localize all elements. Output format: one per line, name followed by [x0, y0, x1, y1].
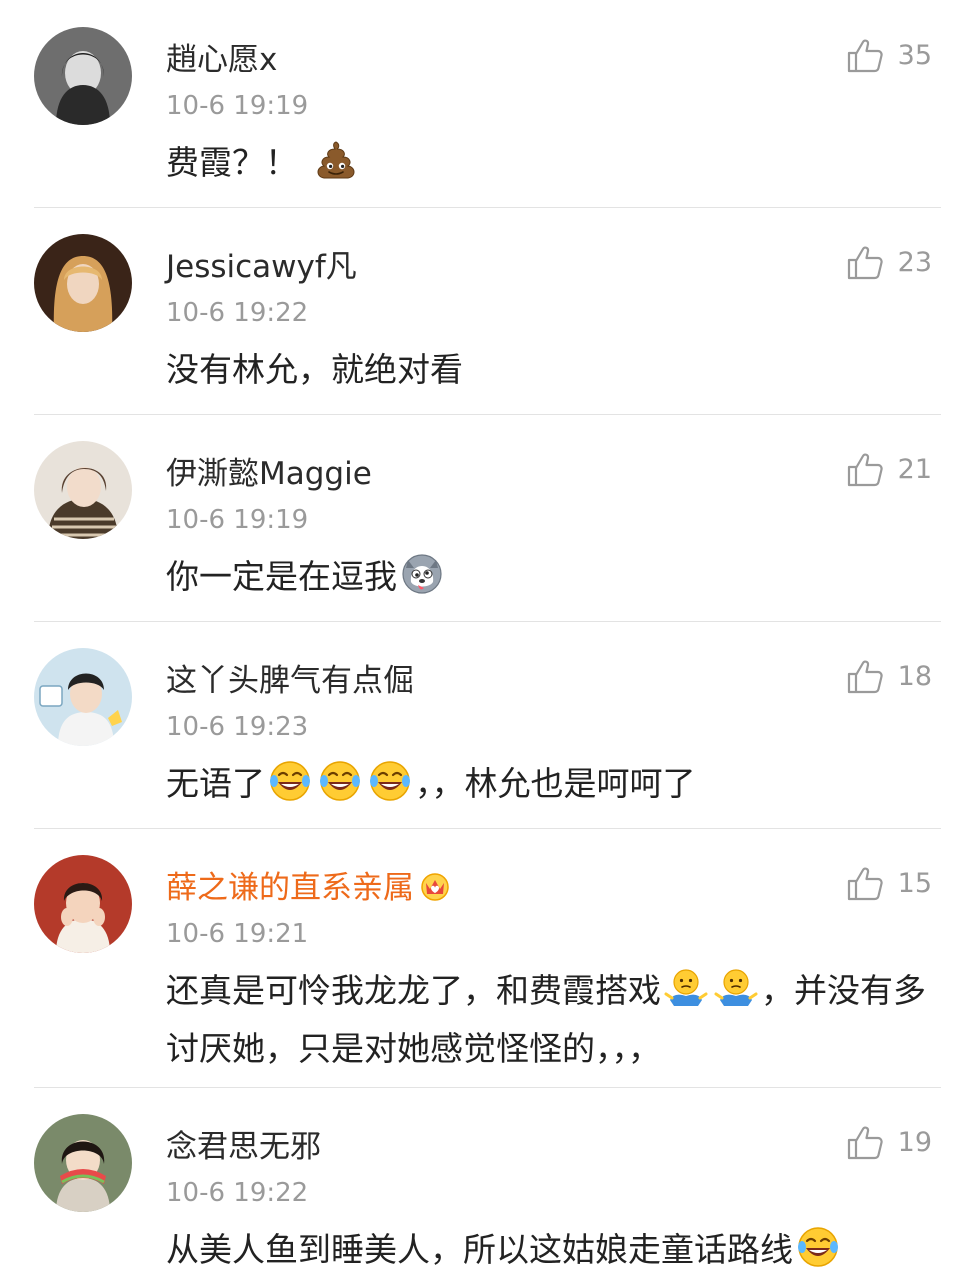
- laugh-cry-emoji: [368, 759, 412, 803]
- divider: [34, 828, 941, 829]
- thumbs-up-icon: [846, 38, 884, 74]
- avatar[interactable]: [34, 855, 132, 953]
- thumbs-up-icon: [846, 452, 884, 488]
- comment-text: 无语了 ，，林允也是呵呵了: [166, 755, 946, 813]
- comment-text-part: ，，林允也是呵呵了: [415, 764, 696, 803]
- shrug-emoji: [714, 966, 758, 1010]
- comment-text-part: 你一定是在逗我: [166, 557, 397, 596]
- avatar[interactable]: [34, 648, 132, 746]
- divider: [34, 414, 941, 415]
- divider: [34, 207, 941, 208]
- like-button[interactable]: 15: [846, 866, 932, 902]
- comment-text-part: 从美人鱼到睡美人，所以这姑娘走童话路线: [166, 1230, 793, 1269]
- comment-text: 还真是可怜我龙龙了，和费霞搭戏 ，并没有多讨厌她，只是对她感觉怪怪的，，，: [166, 962, 946, 1078]
- avatar[interactable]: [34, 1114, 132, 1212]
- username[interactable]: 薛之谦的直系亲属: [166, 868, 452, 908]
- laugh-cry-emoji: [318, 759, 362, 803]
- like-count: 35: [897, 40, 932, 71]
- comment-text: 你一定是在逗我: [166, 548, 946, 606]
- comment-text-part: 费霞？！: [166, 143, 298, 182]
- poop-emoji: [314, 138, 358, 182]
- comment-text: 费霞？！: [166, 134, 946, 192]
- thumbs-up-icon: [846, 1125, 884, 1161]
- thumbs-up-icon: [846, 245, 884, 281]
- like-count: 23: [897, 247, 932, 278]
- timestamp: 10-6 19:22: [166, 1178, 309, 1208]
- timestamp: 10-6 19:19: [166, 505, 309, 535]
- like-count: 19: [897, 1127, 932, 1158]
- thumbs-up-icon: [846, 866, 884, 902]
- comment-text: 从美人鱼到睡美人，所以这姑娘走童话路线: [166, 1221, 946, 1279]
- comment-text: 没有林允，就绝对看: [166, 350, 463, 389]
- timestamp: 10-6 19:22: [166, 298, 309, 328]
- username[interactable]: 趙心愿x: [166, 40, 277, 80]
- like-button[interactable]: 18: [846, 659, 932, 695]
- divider: [34, 1087, 941, 1088]
- like-button[interactable]: 21: [846, 452, 932, 488]
- timestamp: 10-6 19:23: [166, 712, 309, 742]
- avatar[interactable]: [34, 27, 132, 125]
- comment-text-part: 还真是可怜我龙龙了，和费霞搭戏: [166, 971, 661, 1010]
- avatar[interactable]: [34, 234, 132, 332]
- username-text: 薛之谦的直系亲属: [166, 870, 414, 906]
- username[interactable]: Jessicawyf凡: [166, 247, 357, 287]
- username[interactable]: 这丫头脾气有点倔: [166, 661, 414, 701]
- avatar[interactable]: [34, 441, 132, 539]
- comment-text-part: 无语了: [166, 764, 265, 803]
- laugh-cry-emoji: [268, 759, 312, 803]
- like-count: 15: [897, 868, 932, 899]
- crown-icon: [418, 871, 452, 901]
- like-count: 18: [897, 661, 932, 692]
- timestamp: 10-6 19:19: [166, 91, 309, 121]
- like-button[interactable]: 23: [846, 245, 932, 281]
- shrug-emoji: [664, 966, 708, 1010]
- timestamp: 10-6 19:21: [166, 919, 309, 949]
- divider: [34, 621, 941, 622]
- like-button[interactable]: 19: [846, 1125, 932, 1161]
- like-button[interactable]: 35: [846, 38, 932, 74]
- laugh-cry-emoji: [796, 1225, 840, 1269]
- username[interactable]: 伊澌懿Maggie: [166, 454, 372, 494]
- thumbs-up-icon: [846, 659, 884, 695]
- username[interactable]: 念君思无邪: [166, 1127, 321, 1167]
- husky-emoji: [400, 552, 444, 596]
- like-count: 21: [897, 454, 932, 485]
